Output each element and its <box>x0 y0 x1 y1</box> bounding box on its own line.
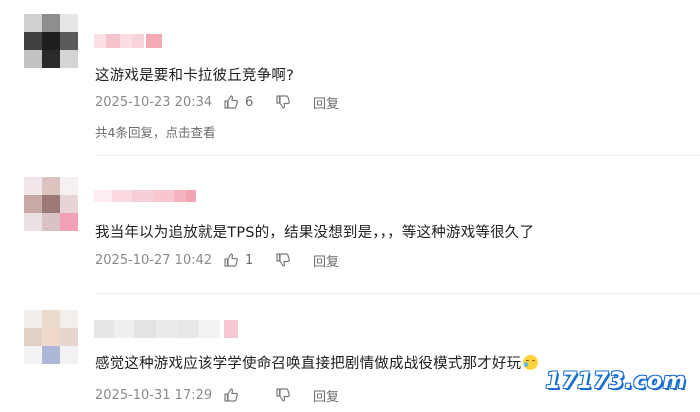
comment-text: 我当年以为追放就是TPS的，结果没想到是，，，等这种游戏等很久了 <box>95 225 535 241</box>
like-count: 6 <box>245 94 254 110</box>
like-button[interactable] <box>223 387 275 403</box>
thumbs-down-icon <box>276 95 290 109</box>
like-button[interactable]: 6 <box>223 94 275 110</box>
thumbs-up-icon <box>224 95 238 109</box>
username-blurred[interactable] <box>94 186 204 208</box>
comment-meta: 2025-10-23 20:34 6 回复 <box>95 92 339 112</box>
comment-text-content: 感觉这种游戏应该学学使命召唤直接把剧情做成战役模式那才好玩 <box>95 356 522 372</box>
divider <box>95 293 700 294</box>
thumbs-down-icon <box>276 253 290 267</box>
dislike-button[interactable] <box>275 387 313 403</box>
username-blurred[interactable] <box>94 30 174 52</box>
comment-text: 这游戏是要和卡拉彼丘竞争啊? <box>95 68 294 84</box>
comment-time: 2025-10-31 17:29 <box>95 387 213 403</box>
thumbs-up-icon <box>224 253 238 267</box>
like-button[interactable]: 1 <box>223 252 275 268</box>
divider <box>95 155 700 156</box>
reply-button[interactable]: 回复 <box>313 386 339 405</box>
avatar[interactable] <box>24 14 78 68</box>
thumbs-down-icon <box>276 388 290 402</box>
comment-meta: 2025-10-31 17:29 回复 <box>95 385 339 405</box>
username-blurred[interactable] <box>94 318 244 340</box>
comment-time: 2025-10-27 10:42 <box>95 252 213 268</box>
comment-meta: 2025-10-27 10:42 1 回复 <box>95 250 339 270</box>
avatar[interactable] <box>24 310 78 364</box>
reply-button[interactable]: 回复 <box>313 93 339 112</box>
like-count: 1 <box>245 252 254 268</box>
site-watermark: 17173.com <box>545 369 686 394</box>
dislike-button[interactable] <box>275 252 313 268</box>
dislike-button[interactable] <box>275 94 313 110</box>
comment-time: 2025-10-23 20:34 <box>95 94 213 110</box>
crying-laughing-emoji-icon <box>523 355 539 370</box>
view-replies-link[interactable]: 共4条回复，点击查看 <box>95 122 215 141</box>
avatar[interactable] <box>24 177 78 231</box>
comment-text: 感觉这种游戏应该学学使命召唤直接把剧情做成战役模式那才好玩 <box>95 352 539 373</box>
thumbs-up-icon <box>224 388 238 402</box>
reply-button[interactable]: 回复 <box>313 251 339 270</box>
